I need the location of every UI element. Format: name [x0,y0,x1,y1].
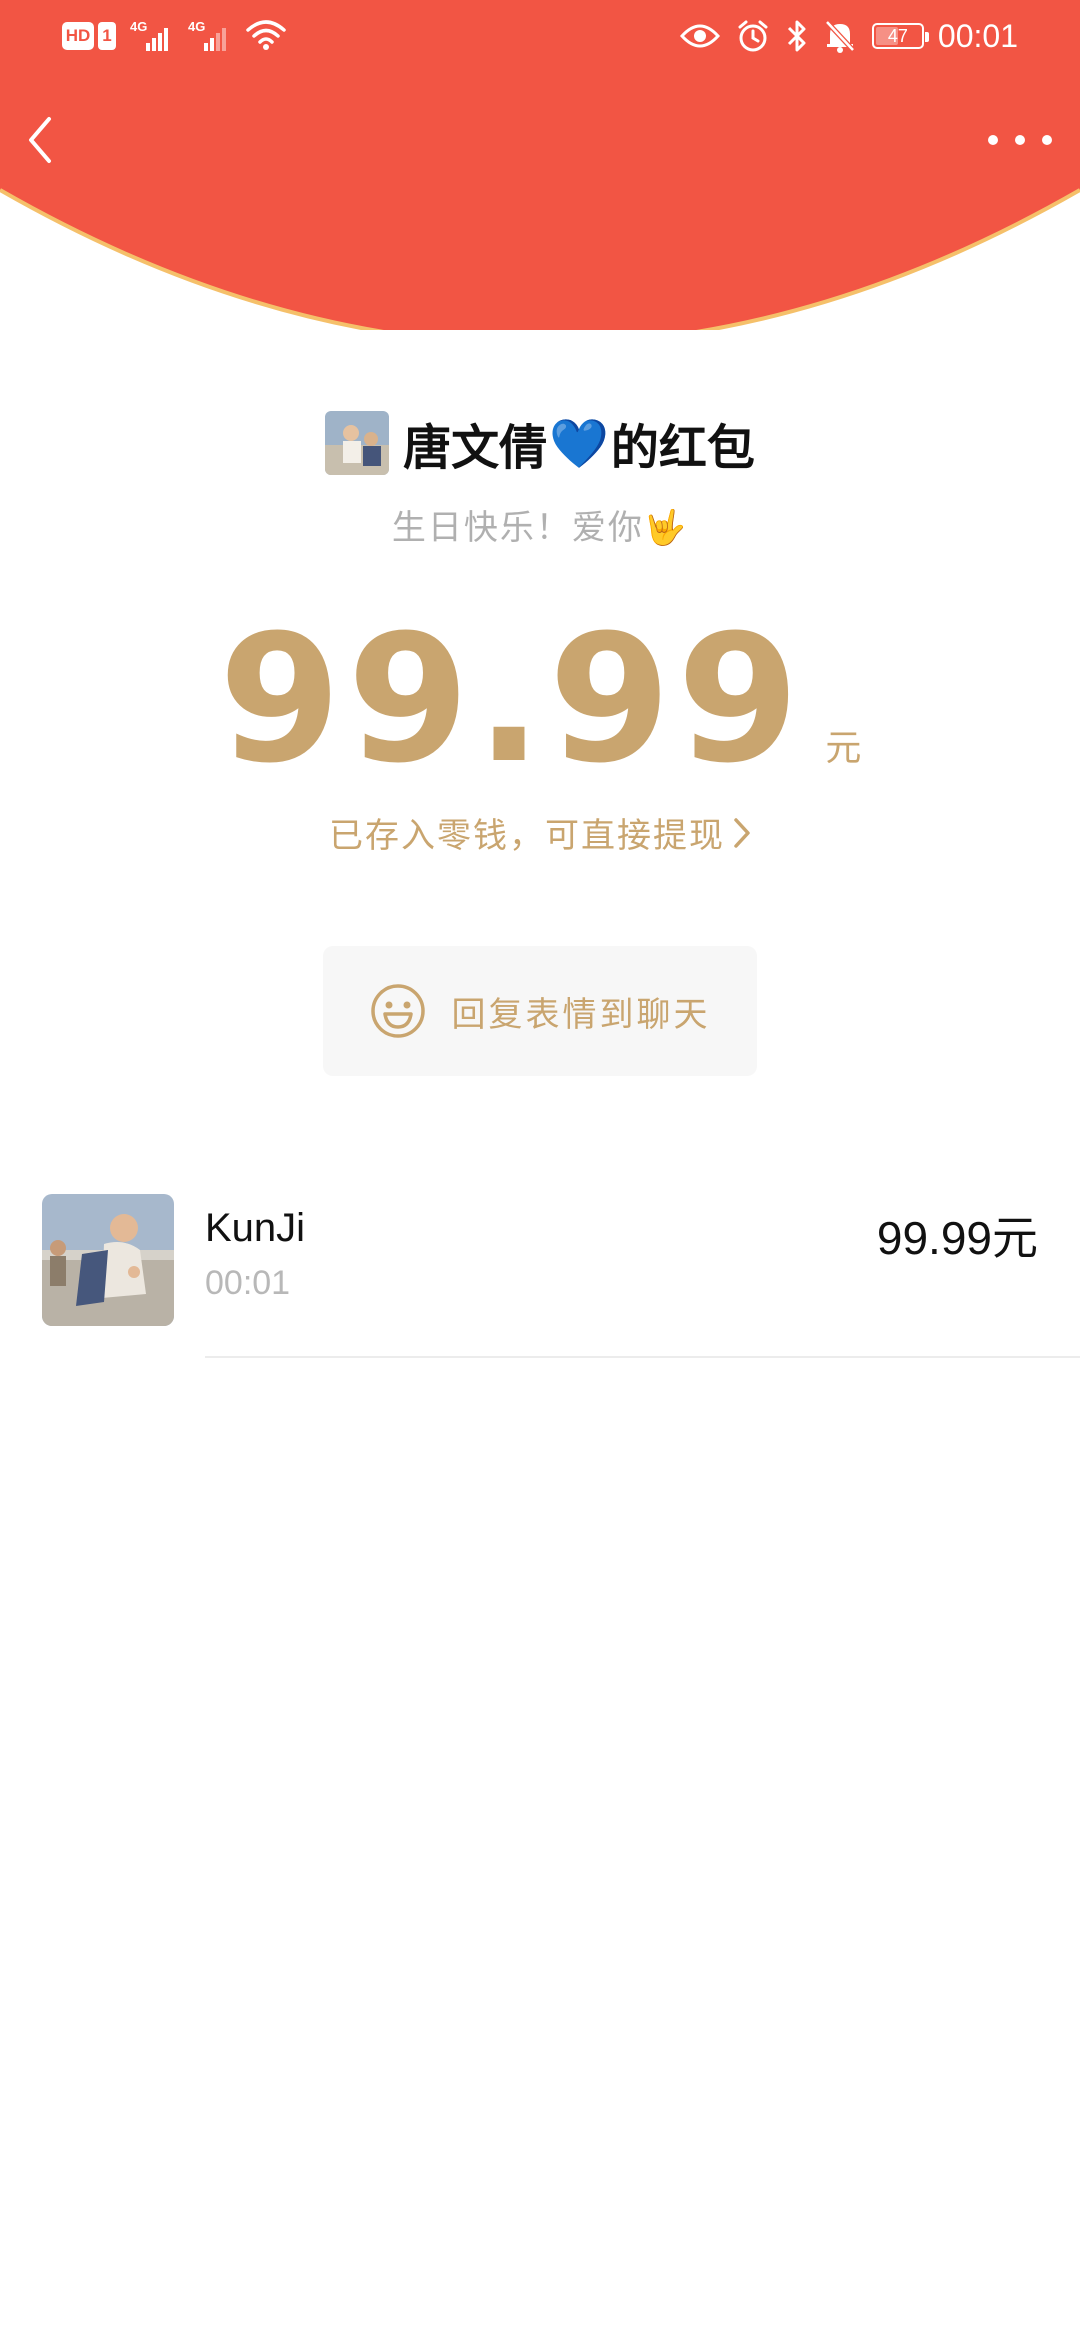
eye-icon [679,22,720,50]
receive-time: 00:01 [205,1264,291,1302]
status-right: 47 00:01 [679,16,1018,56]
hd-badge: HD [62,22,94,50]
blue-heart-emoji: 💙 [549,415,609,472]
love-hand-emoji: 🤟 [643,508,689,548]
smiley-icon [370,984,425,1038]
sim-badge: 1 [98,22,116,50]
sender-name: 唐文倩 [403,420,548,476]
status-time: 00:01 [937,17,1018,54]
reply-sticker-label: 回复表情到聊天 [451,994,711,1035]
receive-record-row[interactable]: KunJi 00:01 99.99元 [0,1194,1080,1358]
signal-icon: 4G [130,19,174,53]
blessing-message: 生日快乐！爱你🤟 [0,500,1080,549]
received-amount: 99.99元 [876,1212,1038,1264]
wallet-link[interactable]: 已存入零钱，可直接提现 [0,808,1080,857]
bell-muted-icon [824,19,856,53]
receiver-avatar[interactable] [42,1194,174,1326]
status-bar: HD 1 4G 4G 47 00:01 [0,0,1080,72]
sender-avatar[interactable] [325,411,390,475]
network-type-2: 4G [188,19,206,34]
chevron-right-icon [733,817,751,849]
more-dots-icon [988,135,998,145]
wallet-note: 已存入零钱，可直接提现 [329,816,725,856]
wifi-icon [246,20,286,52]
bluetooth-icon [786,19,808,53]
more-button[interactable] [988,118,1052,162]
red-packet-title: 唐文倩 💙 的红包 [403,408,755,478]
amount-unit: 元 [825,728,862,769]
status-left: HD 1 4G 4G [62,18,302,54]
reply-sticker-button[interactable]: 回复表情到聊天 [323,946,757,1076]
alarm-icon [736,19,770,53]
blessing-text: 生日快乐！爱你 [391,508,644,548]
sender-header: 唐文倩 💙 的红包 [0,408,1080,478]
list-divider [205,1356,1080,1358]
title-suffix: 的红包 [610,420,755,476]
battery-indicator: 47 [871,23,929,49]
chevron-left-icon [29,117,51,163]
signal-icon-2: 4G [188,19,232,53]
amount-display: 99.99 元 [0,612,1080,792]
amount-value: 99.99 [218,597,806,802]
receiver-name: KunJi [205,1206,306,1250]
network-type-1: 4G [130,19,148,34]
battery-level: 47 [887,25,908,46]
back-button[interactable] [20,110,60,170]
